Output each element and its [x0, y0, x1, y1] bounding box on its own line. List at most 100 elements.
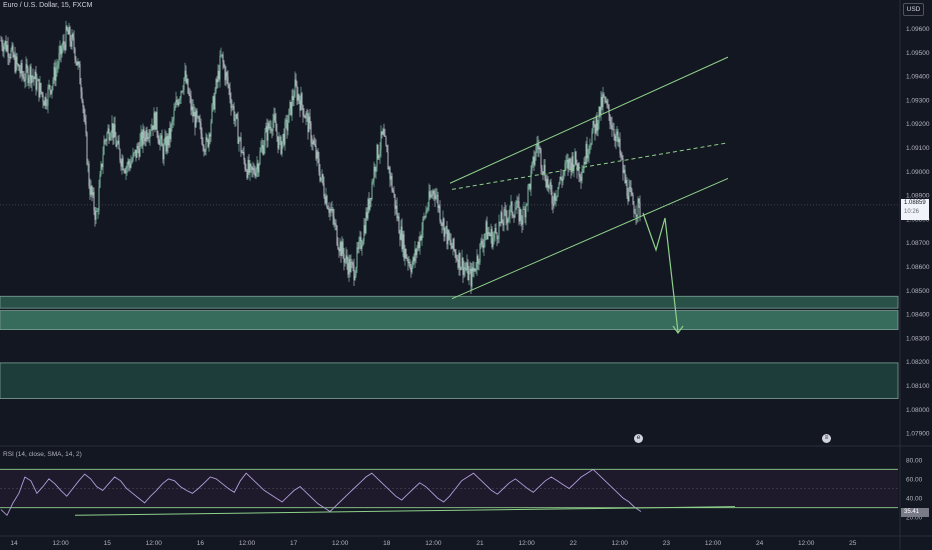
y-tick-label: 1.09100 [906, 145, 930, 152]
candle-body [278, 137, 280, 149]
candle-body [265, 126, 267, 133]
candle-body [93, 192, 95, 211]
candle-body [173, 110, 175, 120]
candle-body [481, 240, 483, 246]
candle-body [236, 114, 238, 119]
candle-body [436, 194, 438, 197]
candle-body [331, 208, 333, 211]
candle-body [221, 54, 223, 56]
candle-body [594, 124, 596, 134]
candle-body [171, 121, 173, 125]
candle-body [288, 108, 290, 123]
candle-body [8, 56, 10, 58]
candle-body [114, 124, 116, 138]
candle-body [586, 144, 588, 159]
candle-body [587, 154, 589, 159]
candle-body [56, 66, 58, 70]
dividend-event-icon[interactable]: ≡ [822, 434, 831, 443]
candle-body [264, 132, 266, 146]
economic-event-icon[interactable]: e [634, 434, 643, 443]
candle-body [431, 194, 433, 196]
candle-body [51, 86, 53, 94]
candle-body [508, 215, 510, 219]
rsi-legend[interactable]: RSI (14, close, SMA, 14, 2) [3, 451, 82, 458]
candle-body [453, 238, 455, 251]
candle-body [548, 185, 550, 189]
candle-body [527, 186, 529, 205]
candle-body [540, 149, 542, 168]
candle-body [338, 248, 340, 252]
candle-body [120, 160, 122, 167]
candle-body [490, 228, 492, 236]
candle-body [451, 246, 453, 249]
candle-body [309, 116, 311, 124]
candle-body [450, 240, 452, 247]
candle-body [388, 167, 390, 170]
candle-body [276, 131, 278, 137]
candle-body [170, 124, 172, 140]
candle-body [409, 261, 411, 268]
candle-body [423, 216, 425, 218]
symbol-legend[interactable]: Euro / U.S. Dollar, 15, FXCM [3, 2, 92, 9]
candle-body [9, 57, 11, 59]
candle-body [44, 97, 46, 106]
candle-body [463, 267, 465, 276]
candle-body [448, 230, 450, 240]
candle-body [561, 179, 563, 182]
candle-body [22, 74, 24, 78]
candle-body [185, 70, 187, 83]
candle-body [335, 223, 337, 226]
x-tick-label: 25 [849, 540, 857, 547]
candle-body [205, 137, 207, 152]
candle-body [334, 223, 336, 225]
candle-body [60, 45, 62, 55]
candle-body [198, 116, 200, 122]
candle-body [18, 64, 20, 71]
candle-body [638, 198, 640, 203]
candle-body [113, 124, 115, 138]
candle-body [27, 68, 29, 84]
candle-body [392, 190, 394, 193]
candle-body [585, 144, 587, 164]
channel-upper-line [449, 56, 729, 184]
candle-body [355, 267, 357, 276]
candle-body [181, 91, 183, 92]
candle-body [283, 133, 285, 145]
candle-body [17, 64, 19, 65]
candle-body [111, 123, 113, 134]
candle-body [549, 182, 551, 186]
candle-body [294, 79, 296, 98]
candle-body [94, 210, 96, 220]
candle-body [210, 122, 212, 137]
candle-body [532, 156, 534, 163]
candle-body [413, 257, 415, 262]
candle-body [233, 106, 235, 121]
currency-selector[interactable]: USD [903, 3, 924, 16]
candle-body [222, 54, 224, 63]
candle-body [608, 105, 610, 115]
candle-body [211, 104, 213, 123]
candle-body [529, 184, 531, 190]
candle-body [499, 221, 501, 224]
candle-body [506, 217, 508, 224]
candle-body [551, 191, 553, 205]
candle-body [521, 220, 523, 225]
candle-body [466, 262, 468, 271]
candle-body [475, 269, 477, 271]
candle-body [132, 153, 134, 161]
candle-body [387, 152, 389, 170]
candle-body [555, 197, 557, 201]
candle-body [441, 223, 443, 226]
candle-body [172, 119, 174, 122]
candle-body [65, 26, 67, 50]
price-chart[interactable]: 1.09600 1.09500 1.09400 1.09300 1.09200 1.091… [0, 0, 932, 550]
candle-body [332, 208, 334, 217]
candle-body [469, 268, 471, 271]
candle-body [85, 121, 87, 134]
candle-body [6, 44, 8, 51]
candle-body [277, 136, 279, 149]
candle-body [326, 195, 328, 208]
candle-body [256, 163, 258, 170]
candle-body [119, 149, 121, 161]
candle-body [287, 122, 289, 131]
